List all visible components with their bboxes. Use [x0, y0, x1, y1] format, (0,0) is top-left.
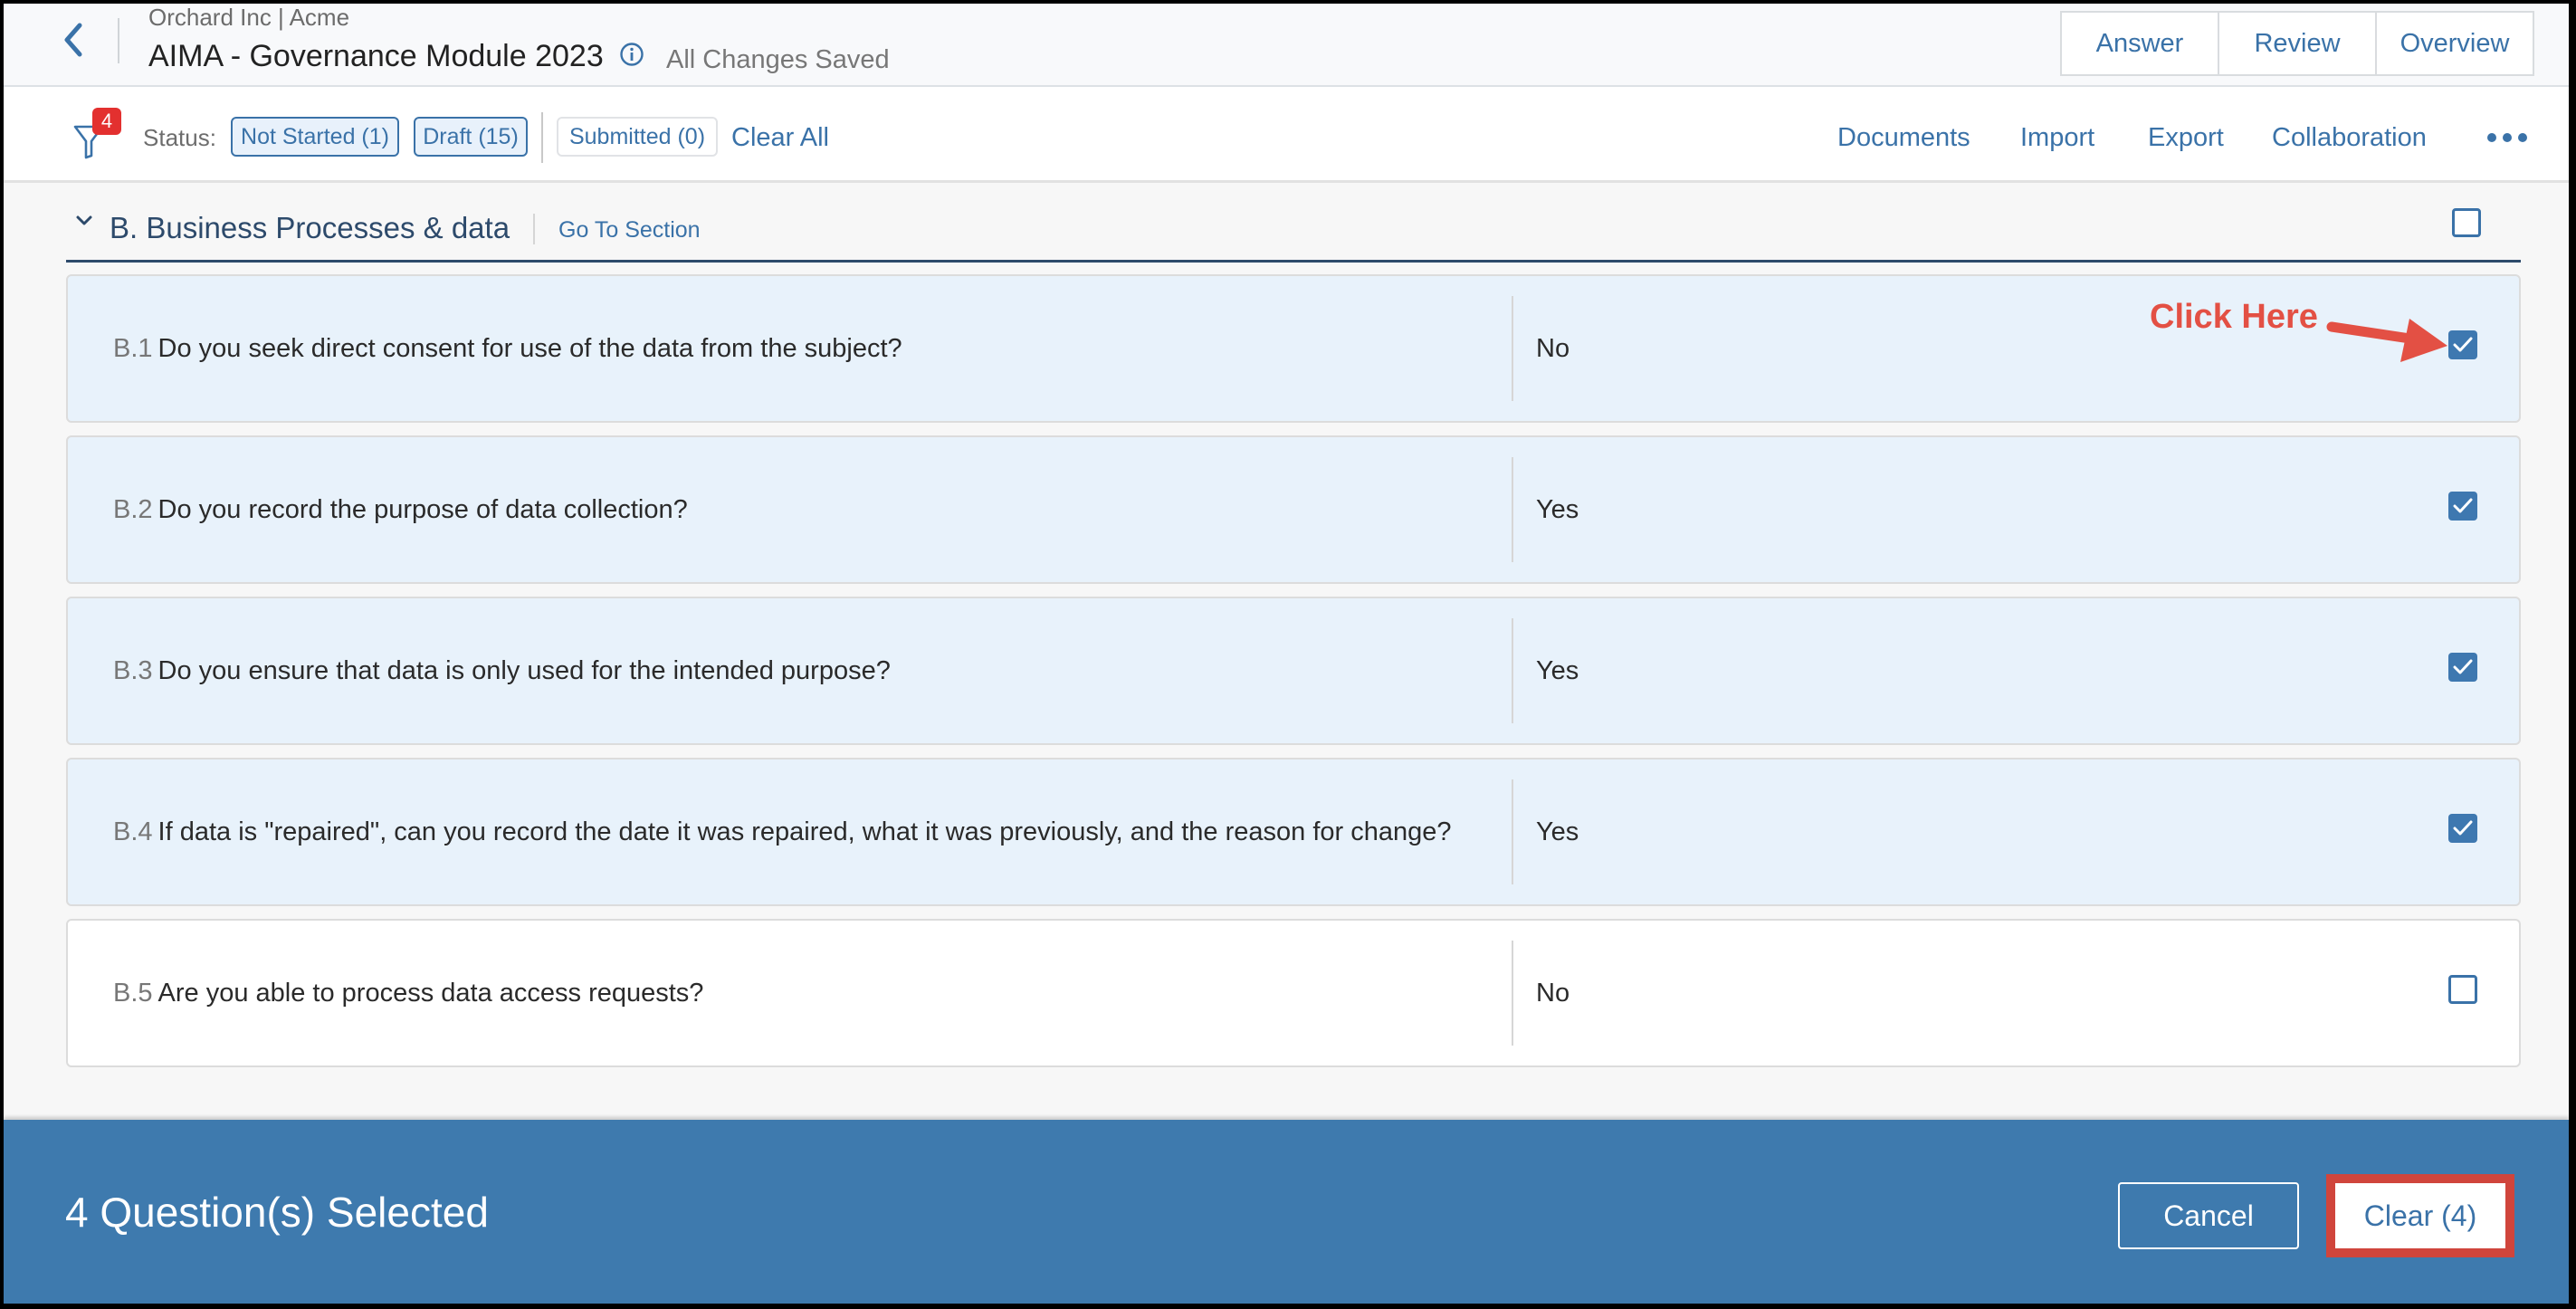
question-label: Do you ensure that data is only used for… [157, 656, 891, 685]
question-label: Are you able to process data access requ… [157, 979, 704, 1008]
question-number: B.1 [113, 334, 153, 363]
view-tabs: Answer Review Overview [2060, 11, 2534, 76]
question-number: B.2 [113, 495, 153, 524]
clear-all-link[interactable]: Clear All [731, 119, 829, 156]
ellipsis-icon-dot [2518, 133, 2527, 142]
row-checkbox[interactable] [2448, 653, 2477, 682]
section-title: B. Business Processes & data [110, 211, 510, 244]
nav-import[interactable]: Import [2020, 119, 2094, 156]
question-text: B.2 Do you record the purpose of data col… [113, 490, 688, 530]
chip-not-started[interactable]: Not Started (1) [231, 117, 399, 157]
row-divider [1512, 618, 1513, 723]
app-window: Orchard Inc | Acme AIMA - Governance Mod… [4, 4, 2569, 1304]
chip-submitted[interactable]: Submitted (0) [557, 117, 718, 157]
clear-button[interactable]: Clear (4) [2335, 1183, 2505, 1248]
question-number: B.4 [113, 817, 153, 846]
info-icon[interactable] [619, 42, 644, 67]
question-label: Do you seek direct consent for use of th… [157, 334, 902, 363]
selection-footer: 4 Question(s) Selected Cancel Clear (4) [4, 1120, 2569, 1304]
row-divider [1512, 296, 1513, 401]
nav-collaboration[interactable]: Collaboration [2272, 119, 2427, 156]
question-text: B.1 Do you seek direct consent for use of… [113, 329, 902, 368]
row-checkbox[interactable] [2448, 814, 2477, 843]
question-row[interactable]: B.2 Do you record the purpose of data col… [66, 435, 2521, 584]
tab-answer[interactable]: Answer [2060, 11, 2219, 76]
page-header: Orchard Inc | Acme AIMA - Governance Mod… [4, 4, 2569, 87]
row-checkbox[interactable] [2448, 975, 2477, 1004]
more-options-button[interactable] [2487, 127, 2527, 148]
chip-divider [541, 112, 543, 163]
section-header: B. Business Processes & data Go To Secti… [66, 190, 2521, 263]
selected-count: 4 Question(s) Selected [65, 1189, 489, 1236]
question-answer: No [1536, 979, 1570, 1008]
chip-draft[interactable]: Draft (15) [414, 117, 528, 157]
question-label: Do you record the purpose of data collec… [157, 495, 688, 524]
filter-count-badge: 4 [92, 108, 121, 135]
nav-documents[interactable]: Documents [1837, 119, 1970, 156]
section-separator [533, 214, 535, 244]
checkmark-icon [2453, 659, 2473, 674]
save-status: All Changes Saved [666, 45, 890, 74]
checkmark-icon [2453, 498, 2473, 513]
row-checkbox[interactable] [2448, 492, 2477, 521]
ellipsis-icon-dot [2503, 133, 2512, 142]
header-divider [118, 18, 119, 63]
ellipsis-icon-dot [2487, 133, 2496, 142]
status-label: Status: [143, 124, 216, 151]
nav-export[interactable]: Export [2148, 119, 2224, 156]
row-divider [1512, 941, 1513, 1046]
tab-review[interactable]: Review [2218, 11, 2377, 76]
question-label: If data is "repaired", can you record th… [157, 817, 1452, 846]
question-text: B.3 Do you ensure that data is only used … [113, 651, 891, 691]
checkmark-icon [2453, 820, 2473, 836]
annotation-label: Click Here [2150, 298, 2318, 336]
filter-bar: 4 Status: Not Started (1) Draft (15) Sub… [4, 87, 2569, 183]
question-text: B.4 If data is "repaired", can you record… [113, 812, 1452, 852]
question-answer: Yes [1536, 656, 1579, 685]
question-answer: Yes [1536, 495, 1579, 524]
question-answer: Yes [1536, 817, 1579, 846]
question-number: B.5 [113, 979, 153, 1008]
question-row[interactable]: B.3 Do you ensure that data is only used … [66, 597, 2521, 745]
question-answer: No [1536, 334, 1570, 363]
back-button[interactable] [54, 22, 91, 58]
row-divider [1512, 457, 1513, 562]
tab-overview[interactable]: Overview [2375, 11, 2534, 76]
row-divider [1512, 779, 1513, 884]
select-all-checkbox[interactable] [2452, 208, 2481, 237]
page-title: AIMA - Governance Module 2023 [148, 39, 604, 73]
question-row[interactable]: B.4 If data is "repaired", can you record… [66, 758, 2521, 906]
go-to-section-link[interactable]: Go To Section [558, 214, 701, 246]
chevron-down-icon[interactable] [73, 210, 95, 232]
chevron-left-icon [64, 23, 82, 57]
question-row[interactable]: B.5 Are you able to process data access r… [66, 919, 2521, 1067]
cancel-button[interactable]: Cancel [2118, 1182, 2299, 1249]
question-text: B.5 Are you able to process data access r… [113, 973, 703, 1013]
breadcrumb: Orchard Inc | Acme [148, 4, 350, 31]
annotation-arrow-icon [2326, 319, 2447, 362]
question-number: B.3 [113, 656, 153, 685]
